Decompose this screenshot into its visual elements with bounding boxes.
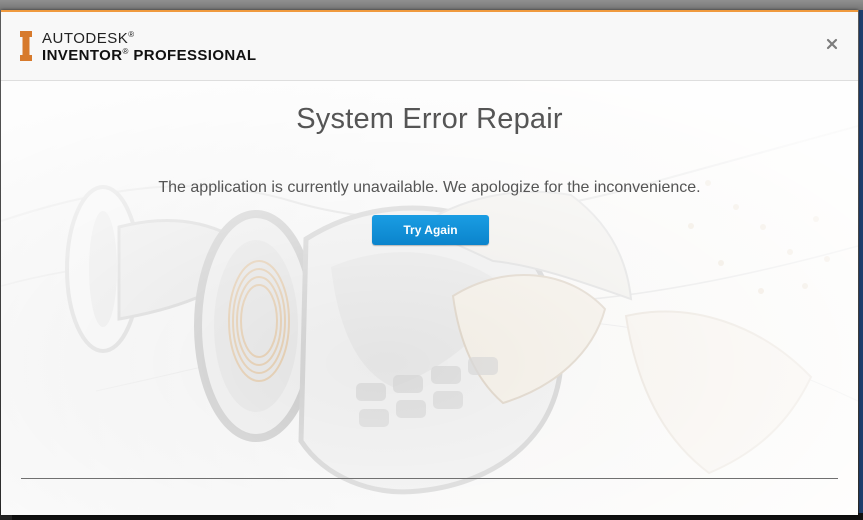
brand-inventor-label: INVENTOR bbox=[42, 47, 123, 64]
window-edge-right bbox=[859, 10, 863, 515]
dialog-header: AUTODESK® INVENTOR® PROFESSIONAL × bbox=[1, 12, 858, 81]
mechanical-assembly-background-art bbox=[1, 81, 858, 515]
brand-autodesk: AUTODESK® bbox=[42, 30, 256, 47]
brand-registered-mark: ® bbox=[128, 30, 135, 39]
close-icon[interactable]: × bbox=[824, 36, 840, 52]
error-message: The application is currently unavailable… bbox=[158, 179, 701, 196]
brand-text: AUTODESK® INVENTOR® PROFESSIONAL bbox=[42, 30, 257, 64]
autodesk-inventor-logo: AUTODESK® INVENTOR® PROFESSIONAL bbox=[19, 31, 256, 63]
inventor-i-logo-icon bbox=[20, 31, 32, 61]
error-dialog-window: AUTODESK® INVENTOR® PROFESSIONAL × bbox=[1, 10, 858, 515]
dialog-content: System Error Repair The application is c… bbox=[1, 81, 858, 515]
brand-inventor-registered-mark: ® bbox=[122, 47, 129, 56]
footer-divider bbox=[21, 478, 838, 479]
brand-autodesk-label: AUTODESK bbox=[42, 30, 129, 47]
try-again-button[interactable]: Try Again bbox=[372, 215, 489, 245]
page-title: System Error Repair bbox=[296, 103, 563, 135]
brand-professional-label: PROFESSIONAL bbox=[133, 47, 257, 64]
brand-inventor-professional: INVENTOR® PROFESSIONAL bbox=[42, 47, 257, 64]
